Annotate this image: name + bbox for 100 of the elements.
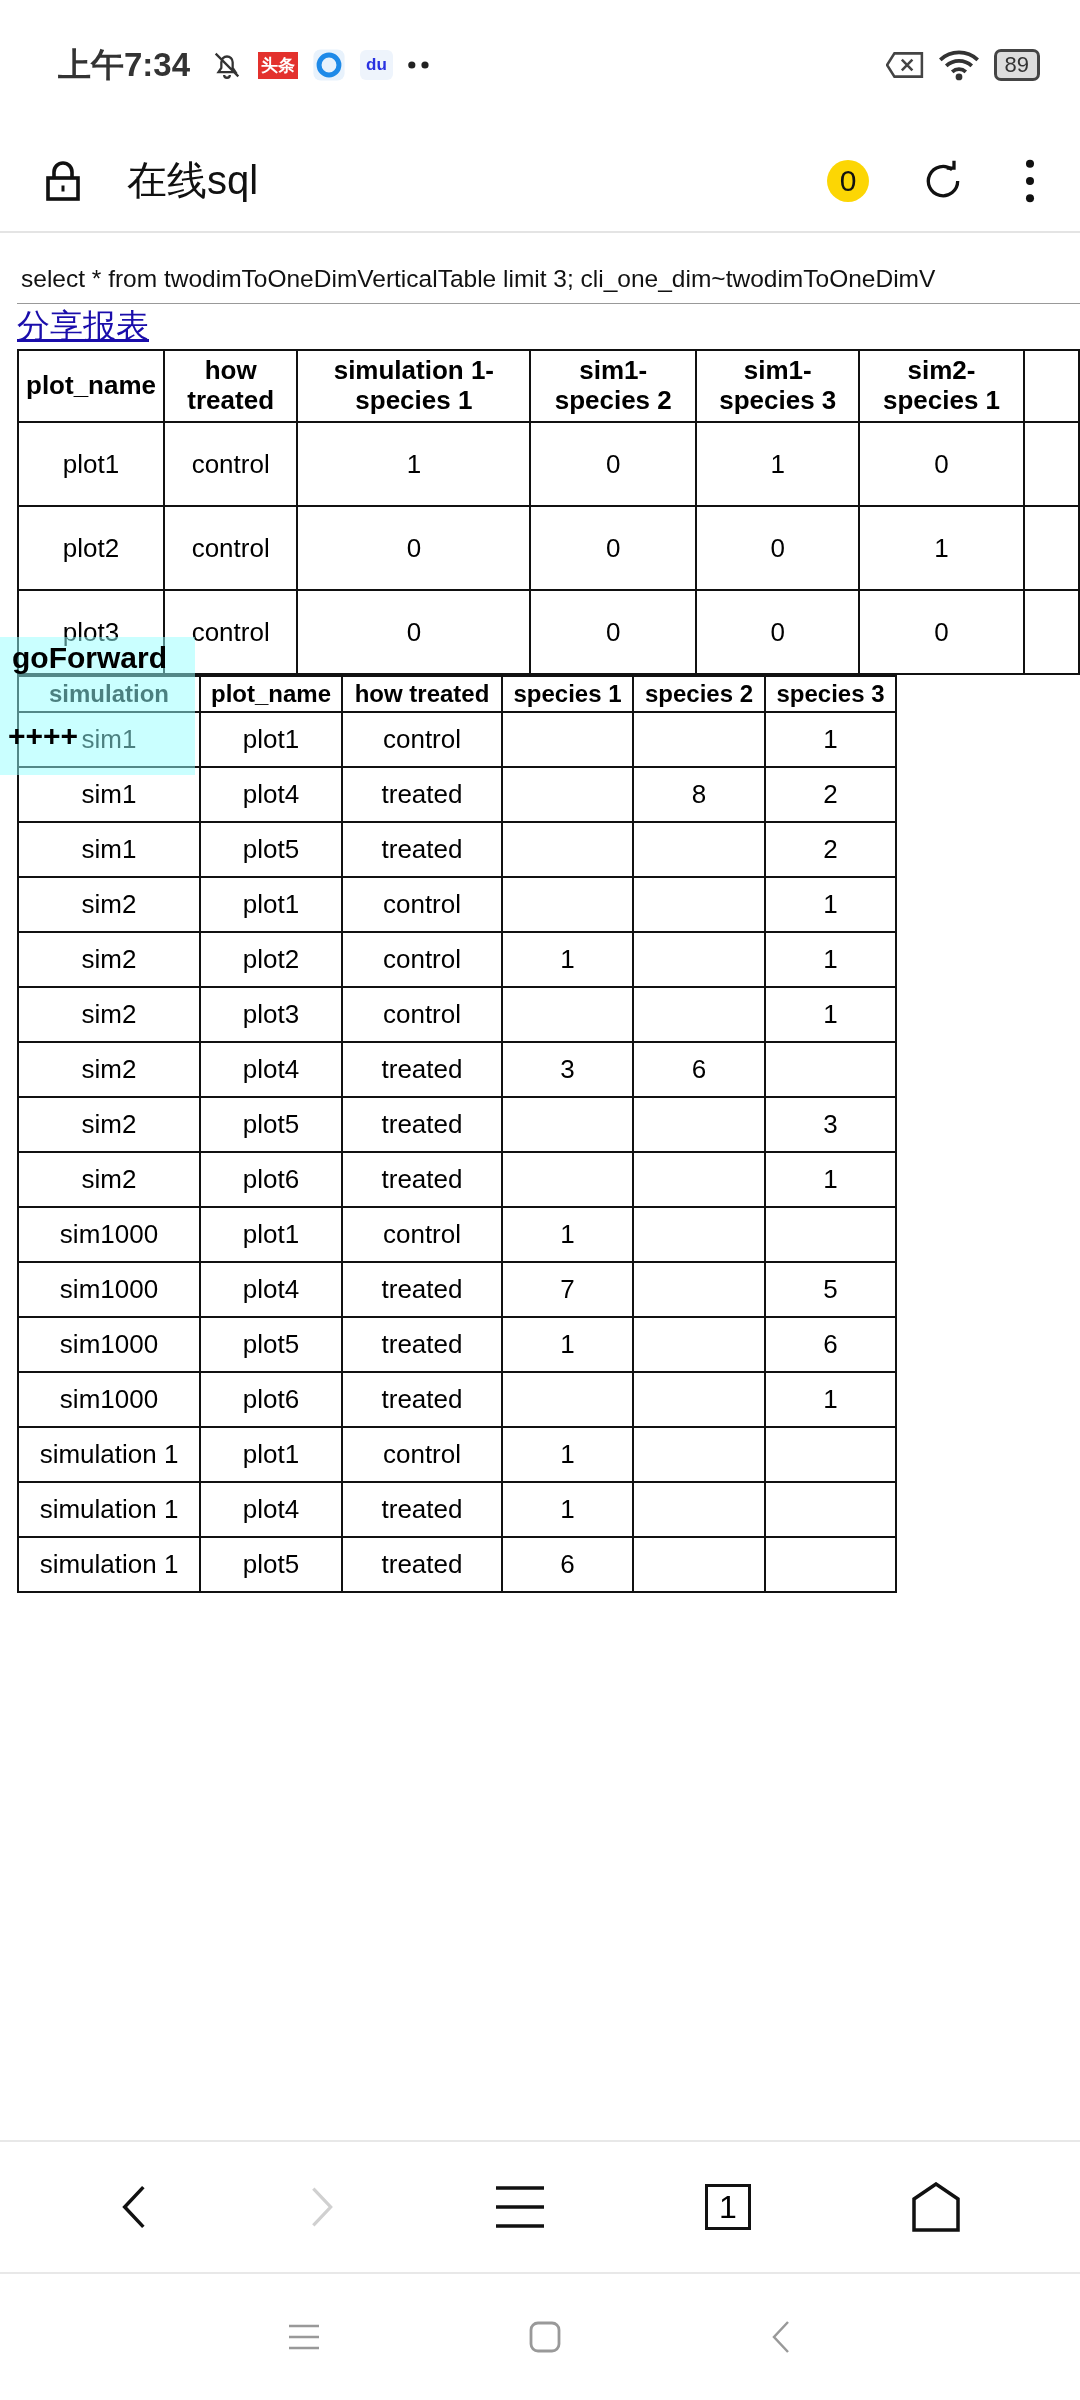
count-badge[interactable]: 0 [827, 159, 869, 202]
table-cell: control [342, 1427, 502, 1482]
table-cell: plot6 [200, 1372, 342, 1427]
table-cell: plot1 [200, 877, 342, 932]
sql-query-text: select * from twodimToOneDimVerticalTable limit 3; cli_one_dim~twodimToOneDimV [17, 233, 1080, 304]
table-cell: 6 [502, 1537, 633, 1592]
lock-icon [45, 159, 81, 202]
table-cell: treated [342, 767, 502, 822]
table-cell: 7 [502, 1262, 633, 1317]
table-cell: 1 [765, 712, 896, 767]
table-cell: 0 [530, 590, 697, 674]
table-cell: control [342, 987, 502, 1042]
table-cell: 0 [696, 506, 860, 590]
menu-icon[interactable] [496, 2185, 544, 2229]
table-cell: plot3 [200, 987, 342, 1042]
app-badge: du [360, 50, 393, 80]
column-header: simulation 1-species 1 [297, 350, 531, 422]
column-header: how treated [342, 676, 502, 712]
table-cell: treated [342, 1042, 502, 1097]
column-header: sim1-species 3 [696, 350, 860, 422]
table-cell: 1 [297, 422, 531, 506]
table-cell: plot1 [200, 1427, 342, 1482]
table-cell: 1 [696, 422, 860, 506]
table-cell: 1 [502, 1317, 633, 1372]
table-cell: 1 [765, 877, 896, 932]
table-cell: control [164, 422, 298, 506]
table-cell: sim1000 [18, 1372, 200, 1427]
app-badge: 头条 [258, 51, 299, 79]
table-cell: control [164, 590, 298, 674]
battery-indicator: 89 [993, 49, 1040, 81]
table-cell: sim2 [18, 1097, 200, 1152]
table-cell: sim2 [18, 932, 200, 987]
table-cell: treated [342, 1262, 502, 1317]
table-cell: control [342, 877, 502, 932]
table-cell: 0 [530, 506, 697, 590]
column-header: plot_name [200, 676, 342, 712]
table-cell: 1 [765, 987, 896, 1042]
table-cell: 1 [765, 1372, 896, 1427]
table-cell: 0 [859, 422, 1024, 506]
plus-marks: ++++ [8, 721, 79, 751]
table-cell: 3 [502, 1042, 633, 1097]
table-cell: 8 [633, 767, 765, 822]
column-header: plot_name [18, 350, 165, 422]
table-cell: plot2 [18, 506, 165, 590]
table-cell: treated [342, 1372, 502, 1427]
table-cell: treated [342, 1097, 502, 1152]
page-title: 在线sql [127, 157, 259, 204]
table-cell: 0 [530, 422, 697, 506]
status-time: 上午7:34 [58, 44, 191, 85]
table-cell: plot4 [200, 767, 342, 822]
table-cell: treated [342, 1482, 502, 1537]
table-cell: 1 [859, 506, 1024, 590]
table-cell: 6 [633, 1042, 765, 1097]
column-header: sim1-species 2 [530, 350, 697, 422]
table-cell: control [342, 712, 502, 767]
table-cell: sim1000 [18, 1207, 200, 1262]
table-cell: sim2 [18, 1042, 200, 1097]
table-cell: simulation 1 [18, 1482, 200, 1537]
table-cell: plot6 [200, 1152, 342, 1207]
column-header: species 3 [765, 676, 896, 712]
table-cell: plot4 [200, 1262, 342, 1317]
table-cell: plot4 [200, 1042, 342, 1097]
share-report-link[interactable]: 分享报表 [17, 304, 149, 349]
more-menu-icon[interactable] [1025, 157, 1035, 204]
table-cell: sim2 [18, 1152, 200, 1207]
column-header: species 2 [633, 676, 765, 712]
table-cell: sim1 [18, 767, 200, 822]
table-cell: 6 [765, 1317, 896, 1372]
column-header: species 1 [502, 676, 633, 712]
table-cell: control [164, 506, 298, 590]
table-cell: sim1000 [18, 1262, 200, 1317]
home-icon[interactable] [911, 2182, 960, 2232]
table-cell: plot5 [200, 1317, 342, 1372]
table-cell: plot2 [200, 932, 342, 987]
table-cell: plot1 [200, 712, 342, 767]
table-cell: treated [342, 1537, 502, 1592]
table-cell: treated [342, 822, 502, 877]
table-cell: 0 [297, 590, 531, 674]
table-cell: control [342, 932, 502, 987]
table-cell: 2 [765, 822, 896, 877]
table-cell: 0 [859, 590, 1024, 674]
table-cell: 1 [502, 1207, 633, 1262]
table-cell: control [342, 1207, 502, 1262]
table-cell: simulation 1 [18, 1427, 200, 1482]
home-square-icon[interactable] [529, 2321, 561, 2353]
app-cloud-icon [312, 48, 347, 82]
table-cell: plot5 [200, 1537, 342, 1592]
table-cell: treated [342, 1317, 502, 1372]
table-cell: simulation 1 [18, 1537, 200, 1592]
table-cell: sim2 [18, 987, 200, 1042]
table-cell: 5 [765, 1262, 896, 1317]
table-cell: 0 [297, 506, 531, 590]
table-cell: 2 [765, 767, 896, 822]
table-cell: plot5 [200, 1097, 342, 1152]
table-cell: 1 [765, 1152, 896, 1207]
tab-count-button[interactable]: 1 [704, 2184, 751, 2230]
column-header: simulation [18, 676, 200, 712]
table-cell: 0 [696, 590, 860, 674]
table-cell: plot5 [200, 822, 342, 877]
table-cell: 1 [765, 932, 896, 987]
